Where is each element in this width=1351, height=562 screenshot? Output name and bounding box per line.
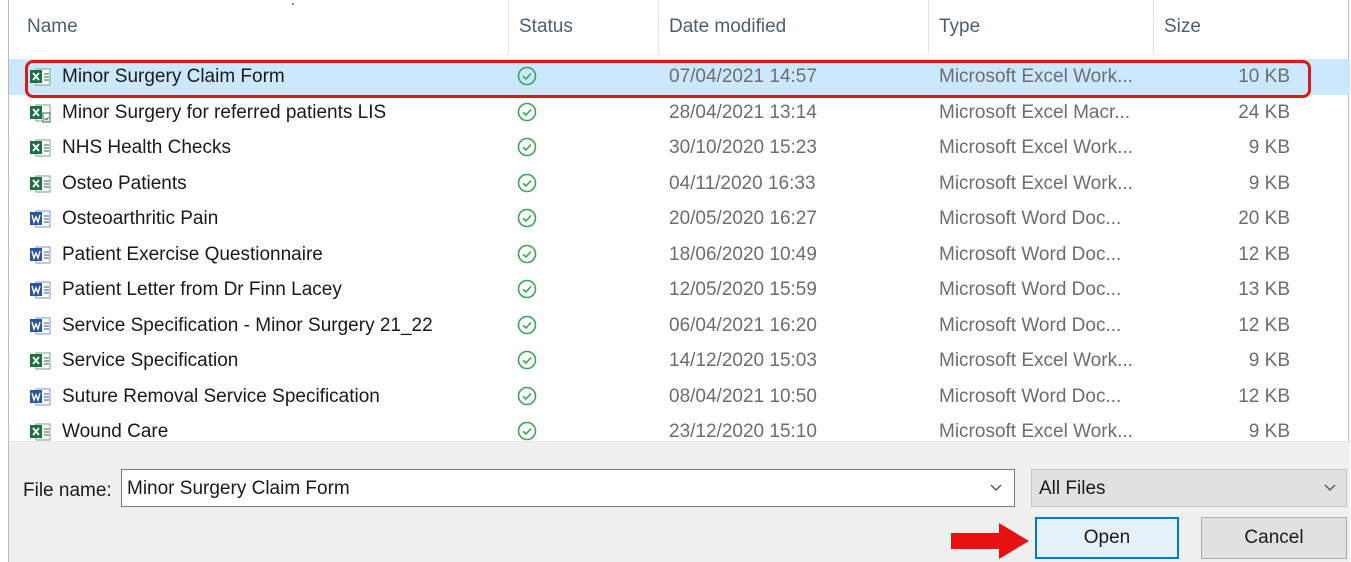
chevron-down-icon[interactable] [1323,480,1337,494]
file-date-modified: 07/04/2021 14:57 [669,66,817,87]
column-header-name[interactable]: Name [9,0,509,54]
file-date-modified: 20/05/2020 16:27 [669,208,817,229]
file-row[interactable]: Suture Removal Service Specification 08/0… [9,379,1350,415]
file-date-modified: 30/10/2020 15:23 [669,137,817,158]
file-date-modified: 04/11/2020 16:33 [669,172,816,194]
file-type: Microsoft Excel Work... [939,350,1133,371]
word-file-icon [29,280,51,300]
word-file-icon [29,245,51,265]
synced-check-icon [516,385,538,407]
synced-check-icon [516,101,538,123]
file-date-modified: 23/12/2020 15:10 [669,421,817,441]
synced-check-icon [516,243,538,265]
word-file-icon [29,209,51,229]
file-row[interactable]: Patient Letter from Dr Finn Lacey 12/05/2… [9,272,1350,308]
file-name: Minor Surgery Claim Form [62,66,285,87]
file-size: 24 KB [1238,101,1290,123]
file-date-modified: 12/05/2020 15:59 [669,279,817,300]
file-size: 20 KB [1238,208,1290,229]
file-row[interactable]: Patient Exercise Questionnaire 18/06/2020… [9,237,1350,273]
synced-check-icon [516,207,538,229]
file-name: Minor Surgery for referred patients LIS [62,101,387,123]
column-header-status[interactable]: Status [509,0,659,54]
file-name: Patient Letter from Dr Finn Lacey [62,279,342,300]
file-type: Microsoft Word Doc... [939,208,1122,229]
file-size: 9 KB [1248,172,1290,194]
synced-check-icon [516,136,538,158]
red-arrow-icon [951,523,1029,559]
file-type: Microsoft Word Doc... [939,314,1122,336]
file-row[interactable]: Service Specification 14/12/2020 15:03 Mic… [9,343,1350,379]
file-row[interactable]: Osteo Patients 04/11/2020 16:33 Microsoft … [9,166,1350,202]
file-name: Service Specification - Minor Surgery 21… [62,314,433,336]
file-row[interactable]: Wound Care 23/12/2020 15:10 Microsoft Exce… [9,414,1350,441]
synced-check-icon [516,349,538,371]
file-type: Microsoft Word Doc... [939,279,1122,300]
file-date-modified: 28/04/2021 13:14 [669,101,817,123]
column-header-date-modified[interactable]: Date modified [659,0,929,54]
file-name: Wound Care [62,421,169,441]
synced-check-icon [516,420,538,441]
file-list: Minor Surgery Claim Form 07/04/2021 14:57… [9,59,1350,441]
file-name: Osteo Patients [62,172,187,194]
file-name-input[interactable]: Minor Surgery Claim Form [121,469,1015,507]
file-size: 9 KB [1248,421,1290,441]
column-header-bar: Name Status Date modified Type Size [9,0,1350,54]
file-size: 12 KB [1238,243,1290,265]
file-size: 9 KB [1248,350,1290,371]
column-header-size[interactable]: Size [1154,0,1304,54]
dialog-footer: File name: Minor Surgery Claim Form All … [9,441,1350,562]
synced-check-icon [516,65,538,87]
file-type: Microsoft Excel Work... [939,421,1133,441]
file-date-modified: 08/04/2021 10:50 [669,385,817,407]
file-type: Microsoft Excel Work... [939,66,1133,87]
file-row[interactable]: Minor Surgery Claim Form 07/04/2021 14:57… [9,59,1350,95]
chevron-down-icon[interactable] [989,480,1003,494]
file-row[interactable]: NHS Health Checks 30/10/2020 15:23 Microso… [9,130,1350,166]
excel-file-icon [29,174,51,194]
file-open-dialog: Name Status Date modified Type Size Mino… [8,0,1350,562]
file-type: Microsoft Excel Macr... [939,101,1131,123]
file-date-modified: 18/06/2020 10:49 [669,243,817,265]
file-name: Patient Exercise Questionnaire [62,243,323,265]
file-row[interactable]: Service Specification - Minor Surgery 21… [9,308,1350,344]
file-size: 12 KB [1238,385,1290,407]
excel-file-icon [29,422,51,441]
synced-check-icon [516,278,538,300]
file-type: Microsoft Excel Work... [939,172,1133,194]
open-button[interactable]: Open [1035,517,1179,559]
file-type: Microsoft Word Doc... [939,243,1122,265]
file-size: 10 KB [1238,66,1290,87]
excel-macro-file-icon [29,103,51,123]
file-row[interactable]: Minor Surgery for referred patients LIS 2… [9,95,1350,131]
word-file-icon [29,316,51,336]
synced-check-icon [516,314,538,336]
excel-file-icon [29,67,51,87]
file-type: Microsoft Word Doc... [939,385,1122,407]
file-row[interactable]: Osteoarthritic Pain 20/05/2020 16:27 Micro… [9,201,1350,237]
file-name: NHS Health Checks [62,137,231,158]
synced-check-icon [516,172,538,194]
word-file-icon [29,387,51,407]
cancel-button[interactable]: Cancel [1201,517,1347,559]
excel-file-icon [29,351,51,371]
file-size: 12 KB [1238,314,1290,336]
excel-file-icon [29,138,51,158]
file-size: 13 KB [1238,279,1290,300]
column-header-type[interactable]: Type [929,0,1154,54]
file-name-label: File name: [23,480,112,501]
file-name: Suture Removal Service Specification [62,385,380,407]
file-date-modified: 14/12/2020 15:03 [669,350,817,371]
file-name: Osteoarthritic Pain [62,208,219,229]
file-type: Microsoft Excel Work... [939,137,1133,158]
file-date-modified: 06/04/2021 16:20 [669,314,817,336]
file-size: 9 KB [1248,137,1290,158]
file-name: Service Specification [62,350,239,371]
file-type-filter[interactable]: All Files [1031,469,1347,507]
